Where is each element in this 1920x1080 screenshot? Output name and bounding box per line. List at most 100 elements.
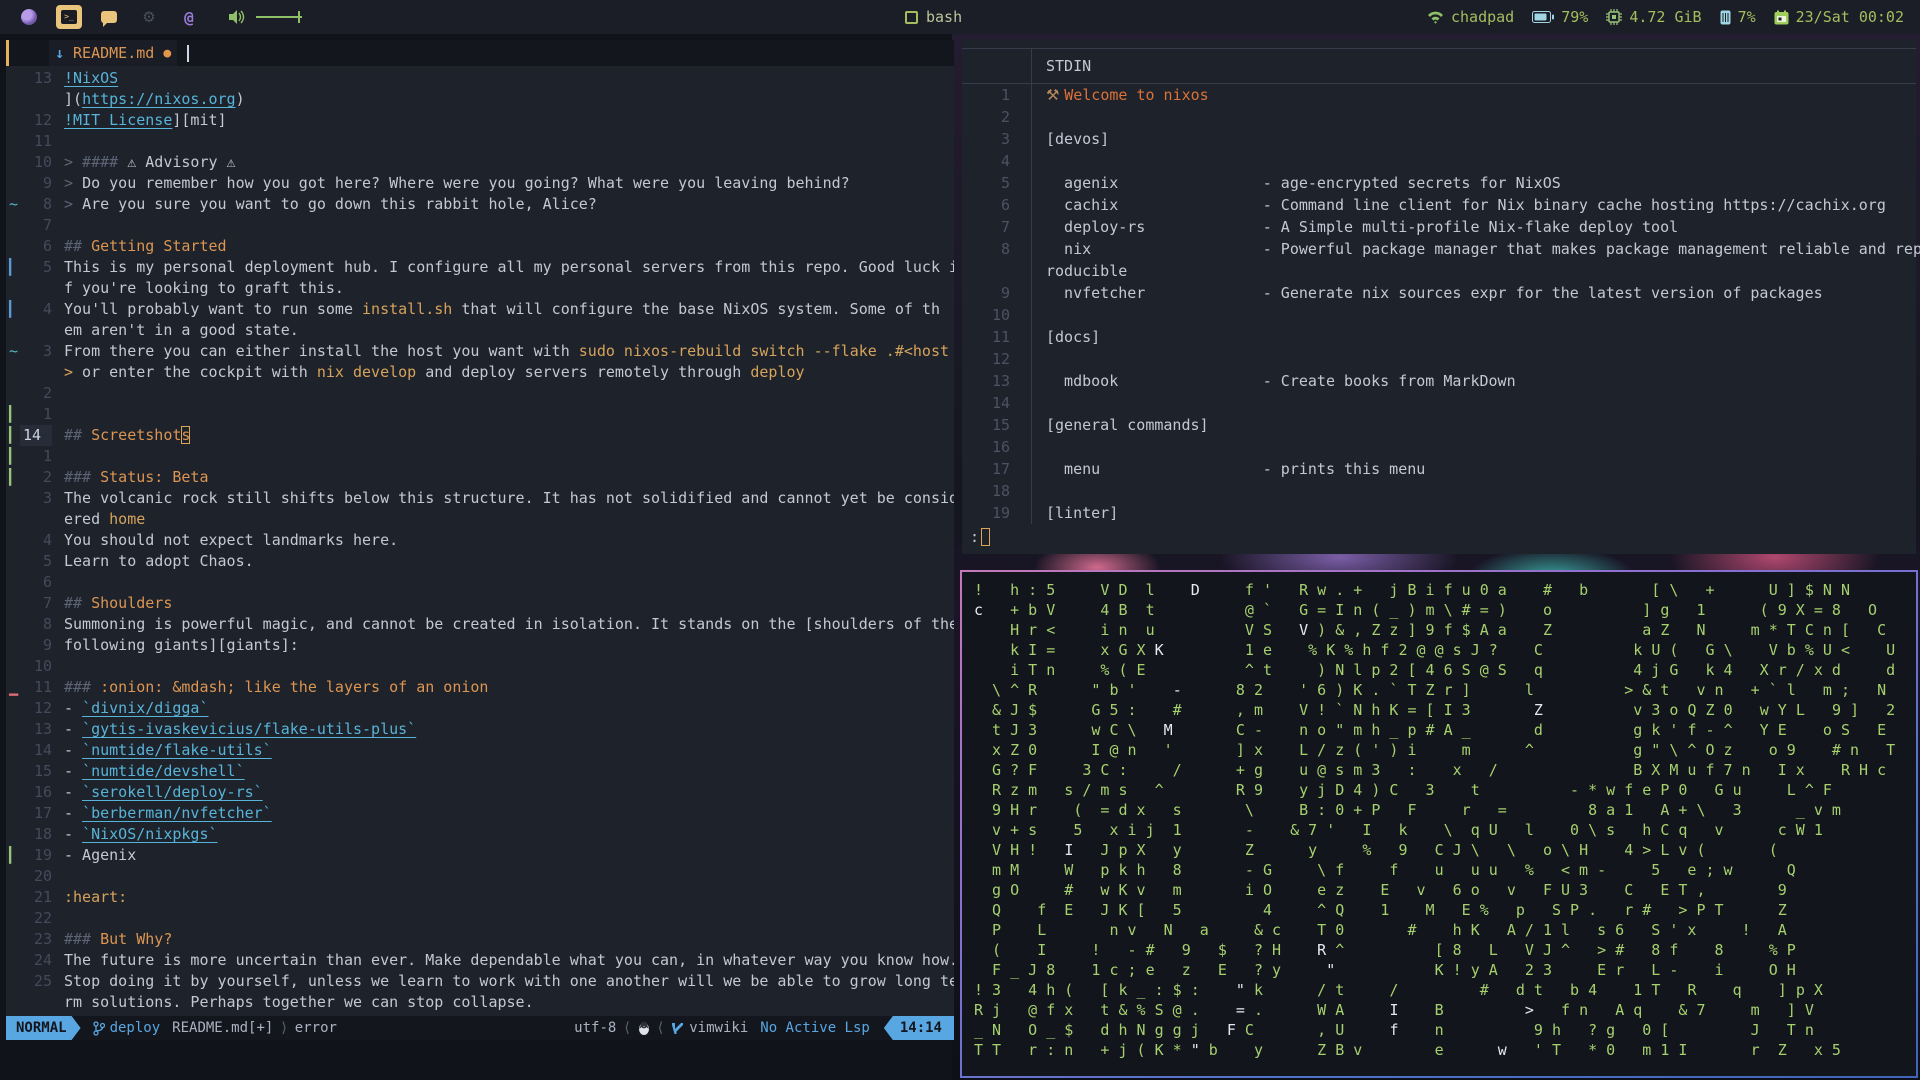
filetype-label: vimwiki <box>689 1020 749 1036</box>
editor-line: 13 !NixOS <box>33 69 119 87</box>
pager-line: 2 <box>962 106 1916 128</box>
matrix-row: V H ! I J p X y Z y % 9 C J \ \ o \ H 4 … <box>974 841 1778 859</box>
pager-line: 3 [devos] <box>1000 128 1110 150</box>
matrix-row: c + b V 4 B t @ ` G = I n ( _ ) m \ # = … <box>974 601 1878 619</box>
pager-gutter <box>962 49 1032 83</box>
pager-line: 18 <box>962 480 1916 502</box>
editor-statusline: NORMAL deploy README.md[+] ⟩ error utf-8… <box>6 1016 954 1040</box>
window-icon <box>905 10 918 24</box>
pager-content[interactable]: 1 ⚒ Welcome to nixos 2 3 [devos] 4 5 agenix - … <box>962 84 1920 524</box>
pager-line: 16 <box>962 436 1916 458</box>
editor-line: 21:heart: <box>33 888 128 906</box>
matrix-row: G ? F 3 C : / + g u @ s m 3 : x / B X M … <box>974 761 1887 779</box>
matrix-row: m M W p k h 8 - G \ f f u u u % < m - 5 … <box>974 861 1796 879</box>
editor-line: 7 <box>42 216 52 234</box>
clock-module[interactable]: 23/Sat 00:02 <box>1774 8 1904 26</box>
matrix-row: ! 3 4 h ( [ k _ : $ : " k / t / # d t b … <box>974 981 1823 999</box>
editor-line: 12- `divnix/digga` <box>33 699 209 717</box>
pager-line: 13 mdbook - Create books from MarkDown <box>991 370 1516 392</box>
matrix-row: x Z 0 I @ n ' ] x L / z ( ' ) i m ^ g " … <box>974 741 1896 759</box>
battery-module[interactable]: 79% <box>1532 8 1588 26</box>
matrix-row: 9 H r ( = d x s \ B : 0 + P F r = 8 a 1 … <box>974 801 1841 819</box>
editor-line: 8 Summoning is powerful magic, and cannot… <box>42 615 954 633</box>
editor-line: 3 The volcanic rock still shifts below th… <box>42 489 954 507</box>
pager-line: 5 agenix - age-encrypted secrets for Nix… <box>1000 172 1561 194</box>
file-name: README.md[+] <box>172 1020 274 1036</box>
cpu-usage: 7% <box>1737 8 1756 26</box>
memory-usage: 4.72 GiB <box>1629 8 1702 26</box>
pager-command-line[interactable]: : <box>970 528 991 546</box>
hostname: chadpad <box>1451 8 1515 26</box>
editor-line: 11 <box>33 132 52 150</box>
speaker-icon <box>229 10 245 24</box>
editor-line: 17- `berberman/nvfetcher` <box>33 804 272 822</box>
pager-line: 6 cachix - Command line client for Nix b… <box>1000 194 1886 216</box>
pager-line: 11 [docs] <box>991 326 1101 348</box>
pager-line: 1 ⚒ Welcome to nixos <box>1000 84 1209 106</box>
editor-line: 9 following giants][giants]: <box>42 636 299 654</box>
editor-line: 14- `numtide/flake-utils` <box>33 741 272 759</box>
clock-text: 23/Sat 00:02 <box>1795 8 1904 26</box>
vim-icon <box>672 1022 684 1034</box>
editor-line: ~8 > Are you sure you want to go down thi… <box>9 195 597 213</box>
editor-line: 12 !MIT License][mit] <box>33 111 227 129</box>
matrix-row: v + s 5 x i j 1 - & 7 ' I k \ q U l 0 \ … <box>974 821 1823 839</box>
gear-icon[interactable]: ⚙ <box>136 5 162 29</box>
pager-line: 9 nvfetcher - Generate nix sources expr … <box>1000 282 1823 304</box>
volume-slider[interactable] <box>256 11 302 23</box>
editor-line: ▎ 1 <box>9 405 52 423</box>
lsp-status: No Active Lsp <box>760 1020 870 1036</box>
pager-prompt: : <box>970 528 980 546</box>
desktop: >_ ⚙ @ bash chadpad 79% 4.72 GiB 7% 23/S… <box>0 0 1920 1080</box>
pager-line: 7 deploy-rs - A Simple multi-profile Nix… <box>1000 216 1679 238</box>
chat-icon[interactable] <box>96 5 122 29</box>
terminal-icon[interactable]: >_ <box>56 5 82 29</box>
tab-accent-bar <box>6 40 9 66</box>
editor-buffer[interactable]: 13 !NixOS](https://nixos.org) 12 !MIT Licen… <box>6 66 954 1016</box>
editor-line: ered home <box>64 510 146 528</box>
matrix-row: Q f E J K [ 5 4 ^ Q 1 M E % p S P . r # … <box>974 901 1787 919</box>
editor-line: 13- `gytis-ivaskevicius/flake-utils-plus… <box>33 720 417 738</box>
matrix-row: R z m s / m s ^ R 9 y j D 4 ) C 3 t - * … <box>974 781 1832 799</box>
editor-line: 7 ## Shoulders <box>42 594 173 612</box>
editor-line: ▎ 4 You'll probably want to run some insta… <box>9 300 940 318</box>
matrix-row: g O # w K v m i O e z E v 6 o v F U 3 C … <box>974 881 1787 899</box>
editor-line: 23 ### But Why? <box>33 930 173 948</box>
matrix-row: T T r : n + j ( K * " b y Z B v e w ' T … <box>974 1041 1841 1059</box>
editor-line: ▎ 5 This is my personal deployment hub. I … <box>9 258 954 276</box>
editor-line: ▎ 19- Agenix <box>9 846 137 864</box>
editor-tabline: ↓ README.md ● <box>6 40 954 66</box>
penguin-icon <box>638 1021 649 1035</box>
pager-line: 14 <box>962 392 1916 414</box>
network-module[interactable]: chadpad <box>1427 8 1514 26</box>
pager-cursor <box>981 528 991 546</box>
matrix-row: R j @ f x t & % S @ . = . W A I B > f n … <box>974 1001 1814 1019</box>
firefox-icon[interactable] <box>16 5 42 29</box>
cpu-module[interactable]: 7% <box>1720 8 1756 26</box>
editor-line: em aren't in a good state. <box>64 321 299 339</box>
diagnostic-label: error <box>294 1020 337 1036</box>
editor-line: 15- `numtide/devshell` <box>33 762 245 780</box>
editor-line: rm solutions. Perhaps together we can st… <box>64 993 534 1011</box>
pager-line: 10 <box>962 304 1916 326</box>
battery-percent: 79% <box>1561 8 1589 26</box>
matrix-row: ! h : 5 V D l D f ' R w . + j B i f u 0 … <box>974 581 1850 599</box>
statusline-time: 14:14 <box>883 1016 954 1040</box>
editor-line: ~3 From there you can either install the … <box>9 342 950 360</box>
ram-icon <box>1720 10 1731 24</box>
matrix-row: & J $ G 5 : # , m V ! ` N h K = [ I 3 Z … <box>974 701 1896 719</box>
volume-control[interactable] <box>228 9 302 25</box>
editor-line: 4 You should not expect landmarks here. <box>42 531 399 549</box>
git-branch-icon <box>92 1020 105 1036</box>
tab-readme[interactable]: ↓ README.md ● <box>49 40 178 66</box>
branch-name: deploy <box>109 1020 161 1036</box>
matrix-row: t J 3 w C \ M C - n o " m h _ p # A _ d … <box>974 721 1887 739</box>
matrix-window: ! h : 5 V D l D f ' R w . + j B i f u 0 … <box>962 572 1916 1076</box>
editor-line: > or enter the cockpit with nix develop … <box>64 363 805 381</box>
matrix-row: ( I ! - # 9 $ ? H R ^ [ 8 L V J ^ > # 8 … <box>974 941 1796 959</box>
pager-line: 8 nix - Powerful package manager that ma… <box>1000 238 1920 260</box>
at-icon[interactable]: @ <box>176 5 202 29</box>
memory-icon <box>1606 9 1623 25</box>
memory-module[interactable]: 4.72 GiB <box>1606 8 1702 26</box>
encoding-label: utf-8 <box>574 1020 617 1036</box>
